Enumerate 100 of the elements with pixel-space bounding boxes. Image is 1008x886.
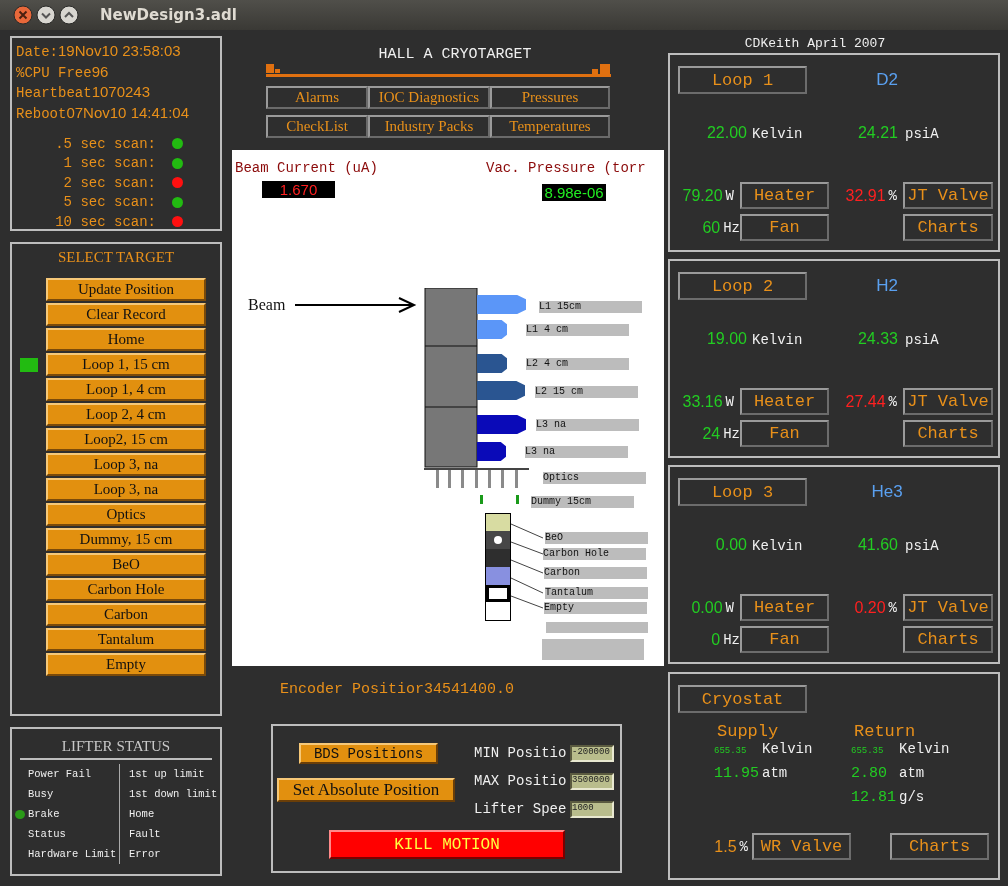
status-label: Date: — [16, 43, 58, 62]
loop-button[interactable]: Loop 2 — [678, 272, 807, 300]
target-button[interactable]: Loop 3, na — [46, 478, 206, 501]
target-button[interactable]: Clear Record — [46, 303, 206, 326]
scan-label: 10 sec scan: — [54, 213, 156, 230]
loop-button[interactable]: Loop 1 — [678, 66, 807, 94]
fan-value: 24 — [702, 424, 721, 443]
target-label: Dummy 15cm — [531, 496, 634, 508]
target-button[interactable]: BeO — [46, 553, 206, 576]
display-title: HALL A CRYOTARGET — [377, 46, 533, 64]
fan-button[interactable]: Fan — [740, 420, 829, 447]
unit-label: W — [725, 187, 734, 204]
column-title: Supply — [717, 723, 780, 741]
column-title: Return — [854, 723, 917, 741]
fan-button[interactable]: Fan — [740, 626, 829, 653]
input-field[interactable]: 1000 — [570, 800, 614, 818]
indicator-label: Hardware Limit — [28, 848, 117, 860]
heater-button[interactable]: Heater — [740, 388, 829, 415]
unit-label: Kelvin — [752, 332, 803, 348]
bds-positions-button[interactable]: BDS Positions — [299, 743, 438, 764]
heater-button[interactable]: Heater — [740, 594, 829, 621]
indicator-label: Home — [129, 808, 155, 820]
charts-button[interactable]: Charts — [890, 833, 989, 860]
cryostat-button[interactable]: Cryostat — [678, 685, 807, 713]
panel-title: SELECT TARGET — [56, 249, 176, 267]
close-icon[interactable] — [13, 5, 33, 25]
indicator-label: Fault — [129, 828, 161, 840]
target-label: L3 na — [536, 419, 639, 431]
nav-button[interactable]: CheckList — [266, 115, 368, 138]
target-label: L2 4 cm — [526, 358, 629, 370]
gas-label: He3 — [870, 482, 904, 502]
valve-button[interactable]: JT Valve — [903, 594, 993, 621]
input-field[interactable]: -200000 — [570, 744, 614, 762]
fan-button[interactable]: Fan — [740, 214, 829, 241]
beam-label: Beam — [248, 296, 286, 314]
unit-label: Kelvin — [762, 741, 813, 757]
gas-label: D2 — [875, 70, 899, 90]
heater-button[interactable]: Heater — [740, 182, 829, 209]
field-label: MIN Positio — [474, 745, 568, 761]
maximize-icon[interactable] — [59, 5, 79, 25]
nav-button[interactable]: Pressures — [490, 86, 610, 109]
unit-label: % — [888, 187, 897, 204]
loop-button[interactable]: Loop 3 — [678, 478, 807, 506]
target-button[interactable]: Update Position — [46, 278, 206, 301]
unit-label: % — [888, 599, 897, 616]
pressure-value: 24.21 — [856, 124, 898, 142]
valve-button[interactable]: WR Valve — [752, 833, 851, 860]
target-label: BeO — [545, 532, 648, 544]
unit-label: psiA — [905, 538, 939, 554]
target-button[interactable]: Loop 3, na — [46, 453, 206, 476]
readout-label: Vac. Pressure (torr — [486, 160, 646, 176]
minimize-icon[interactable] — [36, 5, 56, 25]
reading-value: 2.80 — [851, 765, 888, 782]
target-button[interactable]: Loop 1, 15 cm — [46, 353, 206, 376]
set-position-button[interactable]: Set Absolute Position — [277, 778, 455, 802]
nav-button[interactable]: Alarms — [266, 86, 368, 109]
temperature-value: 19.00 — [705, 330, 747, 348]
status-label: Reboot — [16, 104, 67, 124]
nav-button[interactable]: Industry Packs — [368, 115, 490, 138]
valve-button[interactable]: JT Valve — [903, 388, 993, 415]
target-button[interactable]: Home — [46, 328, 206, 351]
window-title: NewDesign3.adl — [100, 6, 237, 24]
heater-value: 79.20 — [682, 186, 723, 205]
indicator-label: Power Fail — [28, 768, 91, 780]
target-button[interactable]: Dummy, 15 cm — [46, 528, 206, 551]
nav-button[interactable]: IOC Diagnostics — [368, 86, 490, 109]
target-button[interactable]: Tantalum — [46, 628, 206, 651]
target-button[interactable]: Loop2, 15 cm — [46, 428, 206, 451]
unit-label: Hz — [723, 425, 740, 442]
unit-label: Kelvin — [752, 126, 803, 142]
status-value: 19Nov10 23:58:03 — [58, 42, 181, 59]
heater-value: 33.16 — [682, 392, 723, 411]
indicator-label: Busy — [28, 788, 54, 800]
target-button[interactable]: Carbon — [46, 603, 206, 626]
unit-label: g/s — [899, 789, 925, 805]
target-label: L1 4 cm — [526, 324, 629, 336]
status-label: %CPU Free — [16, 63, 92, 83]
charts-button[interactable]: Charts — [903, 214, 993, 241]
charts-button[interactable]: Charts — [903, 420, 993, 447]
fan-value: 0 — [711, 630, 721, 649]
target-button[interactable]: Optics — [46, 503, 206, 526]
target-button[interactable]: Loop 2, 4 cm — [46, 403, 206, 426]
author-credit: CDKeith April 2007 — [743, 36, 887, 52]
target-button[interactable]: Empty — [46, 653, 206, 676]
valve-value: 0.20 — [854, 598, 886, 617]
valve-button[interactable]: JT Valve — [903, 182, 993, 209]
reading-value: 655.35 — [714, 746, 748, 756]
target-button[interactable]: Carbon Hole — [46, 578, 206, 601]
unit-label: Hz — [723, 631, 740, 648]
indicator-label: Error — [129, 848, 161, 860]
fan-value: 60 — [702, 218, 721, 237]
field-label: MAX Positio — [474, 773, 568, 789]
kill-motion-button[interactable]: KILL MOTION — [329, 830, 565, 859]
input-field[interactable]: 3500000 — [570, 772, 614, 790]
nav-button[interactable]: Temperatures — [490, 115, 610, 138]
charts-button[interactable]: Charts — [903, 626, 993, 653]
reading-value: 12.81 — [851, 789, 894, 806]
indicator-label: 1st down limit — [129, 788, 218, 800]
target-button[interactable]: Loop 1, 4 cm — [46, 378, 206, 401]
pressure-value: 24.33 — [856, 330, 898, 348]
